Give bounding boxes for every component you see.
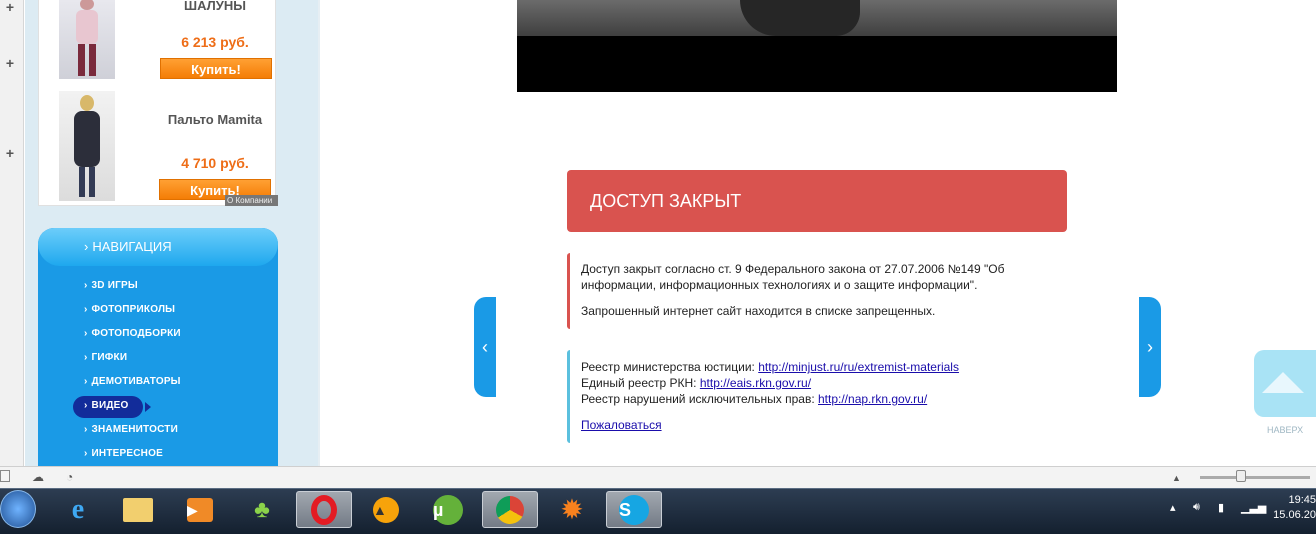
- internet-explorer-icon[interactable]: e: [50, 491, 106, 528]
- nav-item-video[interactable]: › ВИДЕО: [84, 400, 129, 411]
- law-text: Доступ закрыт согласно ст. 9 Федеральног…: [581, 262, 1005, 292]
- navigation-panel: › НАВИГАЦИЯ › 3D ИГРЫ › ФОТОПРИКОЛЫ › ФОТОПО…: [38, 228, 278, 466]
- access-denied-banner: ДОСТУП ЗАКРЫТ: [567, 170, 1067, 232]
- nav-item-interesting[interactable]: › ИНТЕРЕСНОЕ: [84, 448, 163, 459]
- aimp-icon[interactable]: ▲: [358, 491, 414, 528]
- zoom-slider-knob[interactable]: [1236, 470, 1246, 482]
- zoom-slider-track[interactable]: [1200, 476, 1310, 479]
- registry-link-rkn[interactable]: http://eais.rkn.gov.ru/: [700, 376, 811, 390]
- nav-item-gifs[interactable]: › ГИФКИ: [84, 352, 127, 363]
- media-player-icon[interactable]: ▶: [172, 491, 228, 528]
- about-company-tag[interactable]: О Компании: [225, 195, 278, 206]
- product-name[interactable]: Пальто Mamita: [156, 112, 274, 127]
- nav-item-label: ФОТОПРИКОЛЫ: [91, 304, 176, 315]
- sidebar-divider: [318, 0, 320, 466]
- show-hidden-icons[interactable]: ▴: [1170, 501, 1176, 514]
- registry-row: Реестр нарушений исключительных прав: ht…: [581, 391, 1067, 407]
- registry-label: Реестр нарушений исключительных прав:: [581, 392, 815, 406]
- nav-item-label: ФОТОПОДБОРКИ: [91, 328, 181, 339]
- nav-item-label: ИНТЕРЕСНОЕ: [91, 448, 163, 459]
- slider-prev-button[interactable]: ‹: [474, 297, 496, 397]
- registry-label: Единый реестр РКН:: [581, 376, 697, 390]
- nav-item-label: 3D ИГРЫ: [91, 280, 138, 291]
- woman-coat-icon: [74, 95, 100, 197]
- expand-icon[interactable]: +: [3, 56, 17, 70]
- scroll-to-top-label: НАВЕРХ: [1267, 425, 1304, 435]
- slider-next-button[interactable]: ›: [1139, 297, 1161, 397]
- clock-date: 15.06.20: [1273, 509, 1316, 521]
- chevron-right-icon: ›: [84, 448, 88, 459]
- cloud-icon[interactable]: ☁: [32, 470, 44, 484]
- product-price: 6 213 руб.: [181, 34, 249, 50]
- product-image[interactable]: [59, 91, 115, 201]
- buy-button[interactable]: Купить!: [160, 58, 272, 79]
- registry-link-nap[interactable]: http://nap.rkn.gov.ru/: [818, 392, 927, 406]
- avast-icon[interactable]: ✹: [544, 491, 600, 528]
- chevron-right-icon: ›: [84, 376, 88, 387]
- registry-link-minjust[interactable]: http://minjust.ru/ru/extremist-materials: [758, 360, 959, 374]
- registry-label: Реестр министерства юстиции:: [581, 360, 755, 374]
- chevron-right-icon: ›: [84, 400, 88, 411]
- volume-icon[interactable]: 🔊︎: [1193, 501, 1200, 514]
- nav-item-photo-jokes[interactable]: › ФОТОПРИКОЛЫ: [84, 304, 175, 315]
- nav-item-label: ЗНАМЕНИТОСТИ: [91, 424, 178, 435]
- speed-dial-icon[interactable]: ◔: [66, 470, 73, 484]
- registry-row: Единый реестр РКН: http://eais.rkn.gov.r…: [581, 375, 1067, 391]
- browser-left-gutter: + + +: [0, 0, 24, 466]
- expand-icon[interactable]: +: [3, 0, 17, 14]
- product-widget: ШАЛУНЫ 6 213 руб. Купить! Пальто Mamita …: [38, 0, 276, 206]
- navigation-title-label: НАВИГАЦИЯ: [92, 239, 172, 254]
- file-explorer-icon[interactable]: [110, 491, 166, 528]
- navigation-title: › НАВИГАЦИЯ: [84, 239, 172, 254]
- active-nav-pointer-icon: [145, 402, 151, 412]
- product-name[interactable]: ШАЛУНЫ: [156, 0, 274, 13]
- chrome-icon[interactable]: [482, 491, 538, 528]
- nav-item-demotivators[interactable]: › ДЕМОТИВАТОРЫ: [84, 376, 181, 387]
- complain-row: Пожаловаться: [581, 417, 1067, 433]
- registry-notice: Реестр министерства юстиции: http://minj…: [567, 350, 1067, 443]
- opera-icon[interactable]: [296, 491, 352, 528]
- games-icon[interactable]: ♣: [234, 491, 290, 528]
- video-figure: [740, 0, 860, 36]
- blocked-site-text: Запрошенный интернет сайт находится в сп…: [581, 304, 936, 318]
- complain-link[interactable]: Пожаловаться: [581, 418, 662, 432]
- windows-start-button[interactable]: [0, 490, 36, 528]
- nav-item-label: ВИДЕО: [91, 400, 129, 411]
- chevron-right-icon: ›: [84, 239, 89, 254]
- browser-status-bar: [0, 466, 1316, 488]
- power-icon[interactable]: ▮: [1218, 501, 1224, 514]
- panel-toggle-icon[interactable]: [0, 470, 10, 482]
- registry-row: Реестр министерства юстиции: http://minj…: [581, 359, 1067, 375]
- nav-item-3d-games[interactable]: › 3D ИГРЫ: [84, 280, 138, 291]
- triangle-up-icon[interactable]: ▲: [1172, 473, 1181, 483]
- scroll-to-top-button[interactable]: [1254, 350, 1316, 417]
- girl-figure-icon: [76, 0, 98, 76]
- clock-time: 19:45: [1288, 494, 1316, 506]
- skype-icon[interactable]: S: [606, 491, 662, 528]
- expand-icon[interactable]: +: [3, 146, 17, 160]
- nav-item-photo-collections[interactable]: › ФОТОПОДБОРКИ: [84, 328, 181, 339]
- utorrent-icon[interactable]: µ: [420, 491, 476, 528]
- chevron-right-icon: ›: [84, 424, 88, 435]
- nav-item-label: ДЕМОТИВАТОРЫ: [91, 376, 181, 387]
- taskbar-clock[interactable]: 19:45 15.06.20: [1262, 493, 1316, 523]
- chevron-right-icon: ›: [84, 328, 88, 339]
- nav-item-celebrities[interactable]: › ЗНАМЕНИТОСТИ: [84, 424, 178, 435]
- chevron-right-icon: ›: [84, 280, 88, 291]
- chevron-right-icon: ›: [84, 352, 88, 363]
- chevron-right-icon: ›: [84, 304, 88, 315]
- nav-item-label: ГИФКИ: [91, 352, 128, 363]
- product-image[interactable]: [59, 0, 115, 79]
- law-notice: Доступ закрыт согласно ст. 9 Федеральног…: [567, 253, 1067, 329]
- product-price: 4 710 руб.: [181, 155, 249, 171]
- arrow-up-icon: [1262, 372, 1304, 393]
